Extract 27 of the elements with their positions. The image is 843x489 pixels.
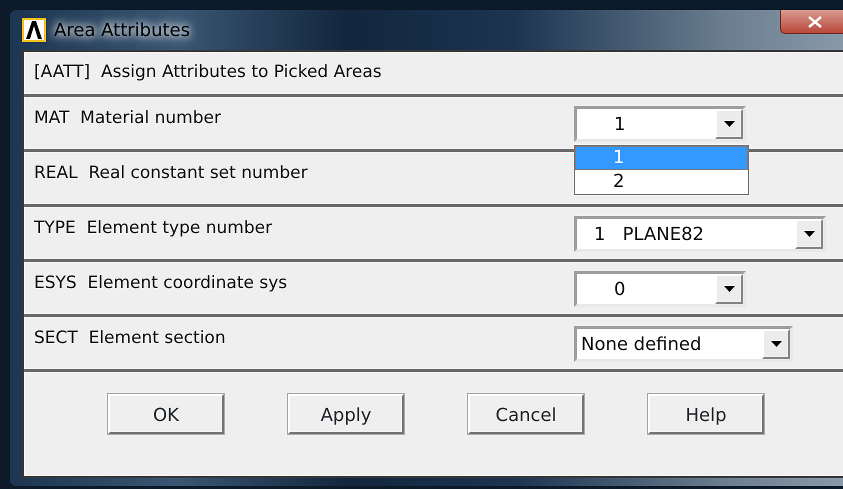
field-label: ESYS Element coordinate sys [33, 272, 288, 295]
dropdown-button[interactable] [715, 109, 743, 139]
dialog-button[interactable]: Help [648, 394, 764, 434]
dropdown-field[interactable]: None defined [574, 326, 793, 362]
dropdown-option[interactable]: 2 [575, 170, 748, 194]
dropdown-field[interactable]: 0 [574, 271, 746, 307]
field-label: TYPE Element type number [33, 217, 274, 240]
close-button[interactable] [780, 10, 843, 34]
caret-icon [724, 121, 734, 127]
window-title: Area Attributes [54, 18, 190, 42]
field-label: MAT Material number [33, 107, 222, 130]
dropdown-button[interactable] [762, 329, 790, 359]
dialog-button[interactable]: Apply [288, 394, 404, 434]
caret-icon [770, 341, 782, 347]
dropdown-button[interactable] [795, 219, 823, 249]
caret-icon [724, 286, 734, 292]
dropdown-field[interactable]: 1 [574, 106, 746, 142]
app-logo-icon [22, 18, 46, 42]
close-icon [807, 16, 823, 28]
dropdown-field[interactable]: 1 PLANE82 [574, 216, 826, 252]
dropdown-button[interactable] [715, 274, 743, 304]
caret-icon [804, 231, 814, 237]
field-label: REAL Real constant set number [33, 162, 309, 185]
field-label: SECT Element section [33, 327, 227, 350]
command-title: [AATT] Assign Attributes to Picked Areas [34, 61, 382, 84]
dialog-button[interactable]: OK [108, 394, 224, 434]
dialog-button[interactable]: Cancel [468, 394, 584, 434]
